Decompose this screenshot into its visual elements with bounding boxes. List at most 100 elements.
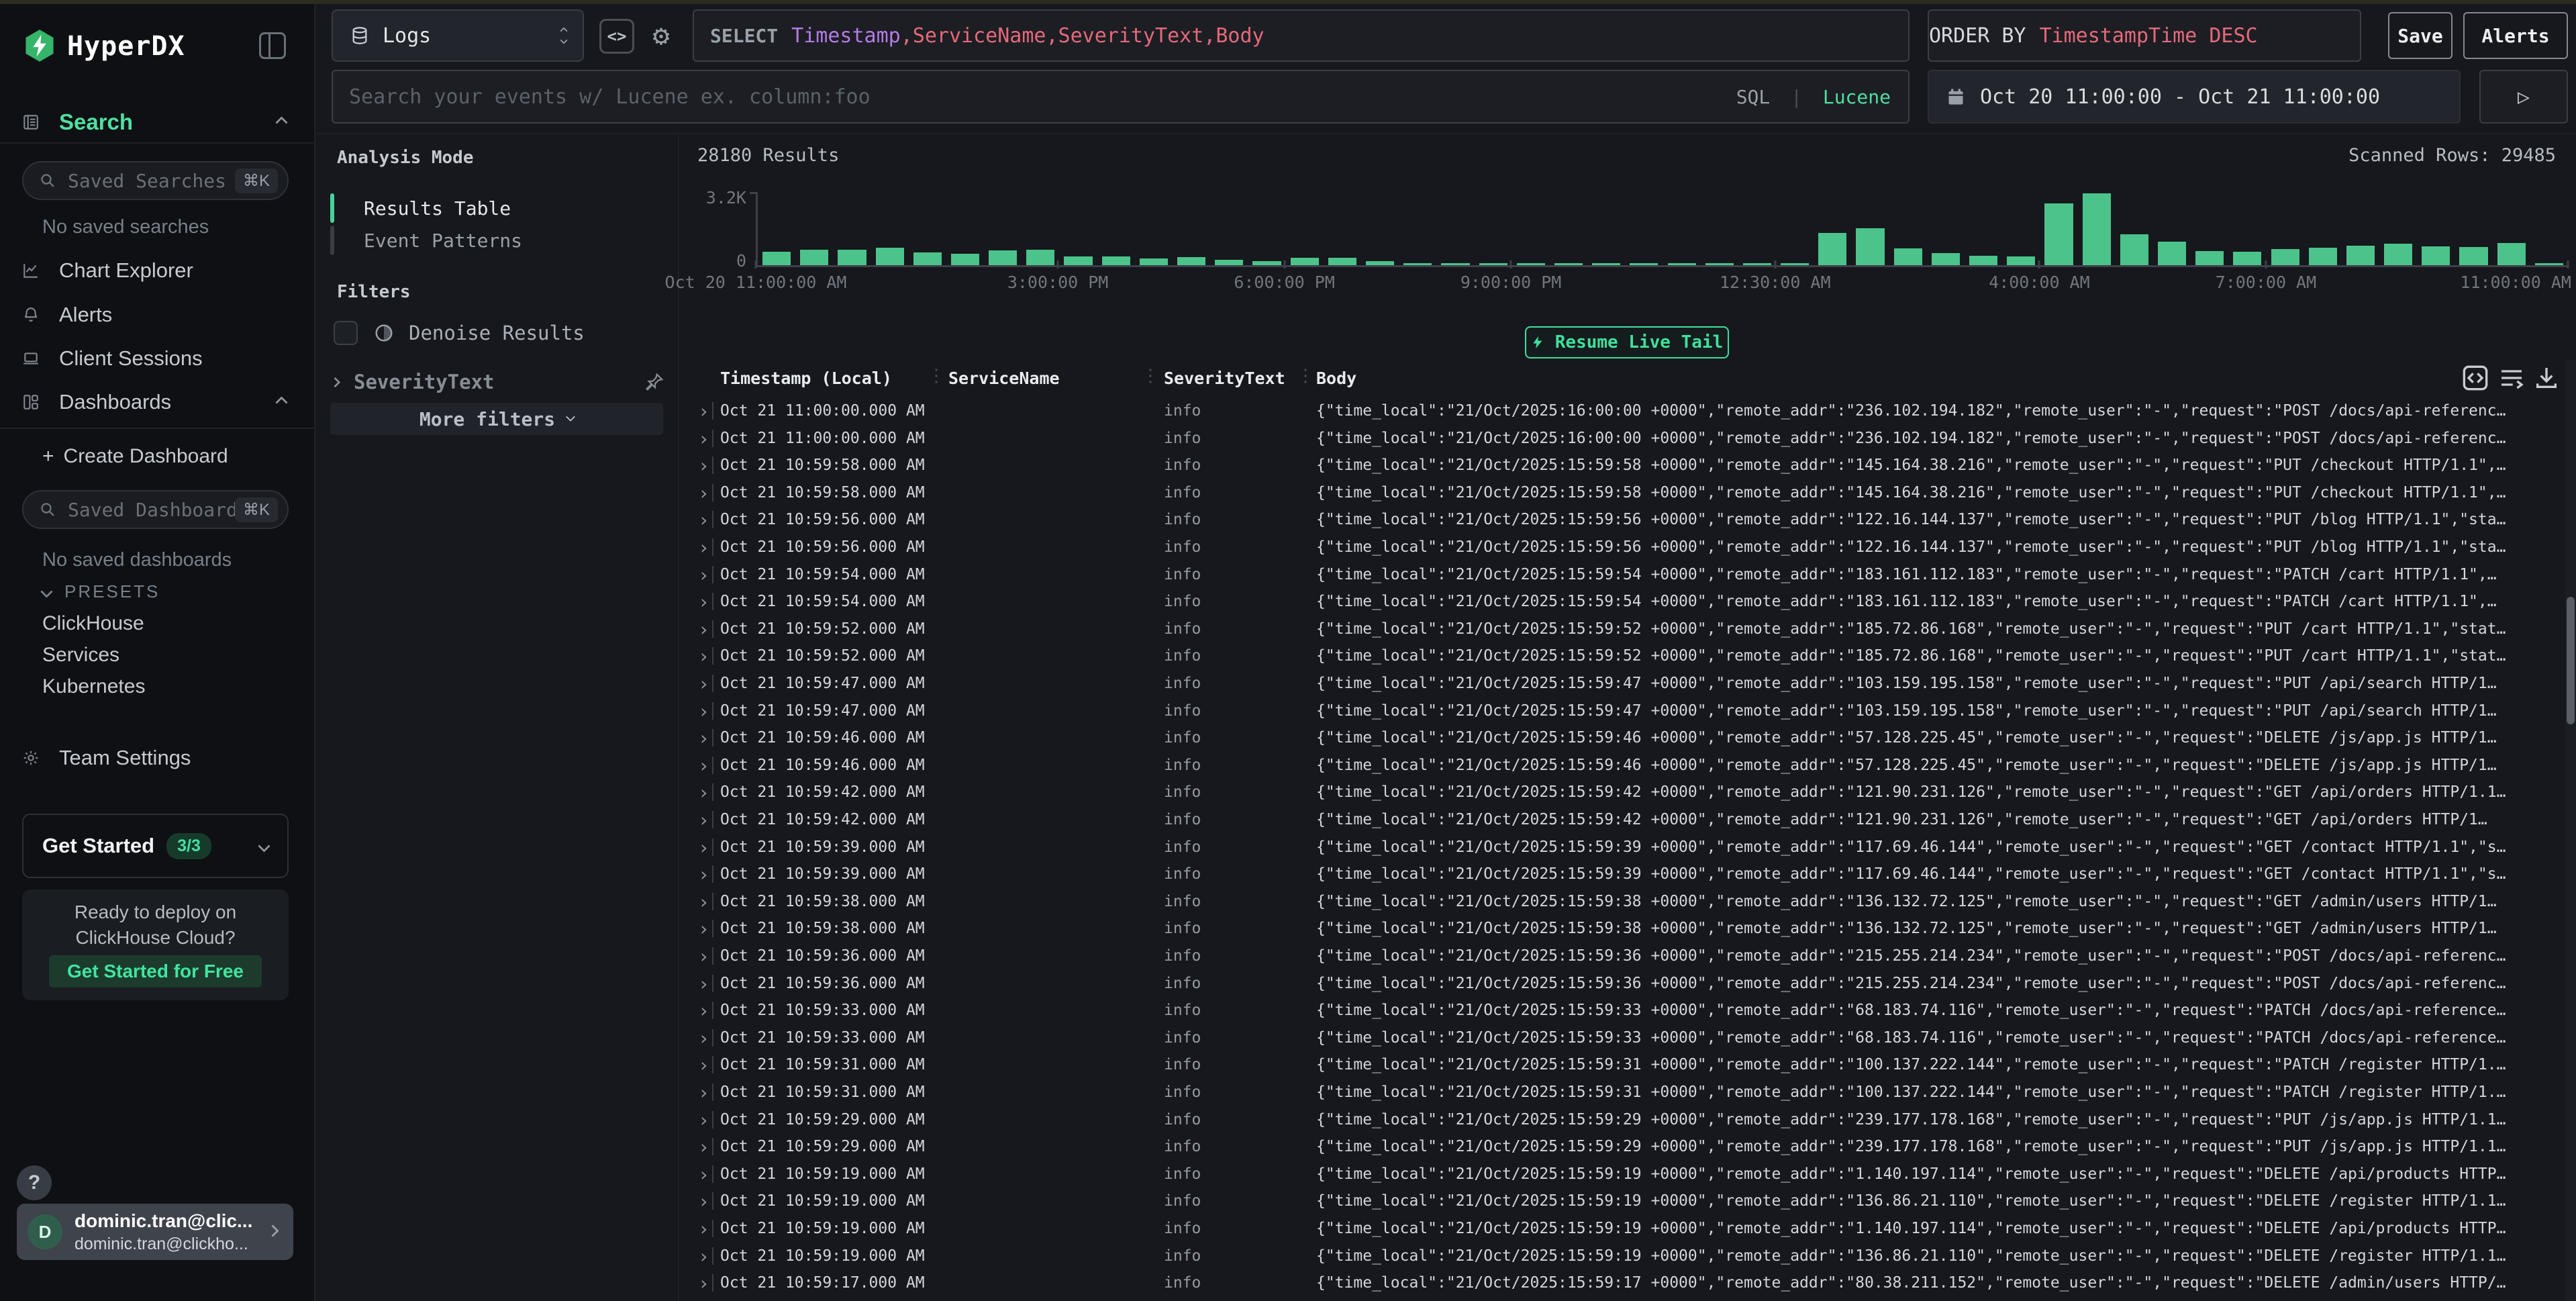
expand-chevron-icon[interactable]: › xyxy=(698,536,709,559)
mode-results-table[interactable]: Results Table xyxy=(330,192,652,224)
expand-chevron-icon[interactable]: › xyxy=(698,454,709,477)
histogram-bar[interactable] xyxy=(1328,258,1356,265)
table-row[interactable]: ›Oct 21 10:59:46.000 AMinfo{"time_local"… xyxy=(681,751,2576,779)
histogram-bar[interactable] xyxy=(1517,263,1545,265)
table-row[interactable]: ›Oct 21 10:59:19.000 AMinfo{"time_local"… xyxy=(681,1214,2576,1242)
table-row[interactable]: ›Oct 21 10:59:29.000 AMinfo{"time_local"… xyxy=(681,1106,2576,1133)
source-select[interactable]: Logs xyxy=(332,9,584,62)
histogram-bar[interactable] xyxy=(1554,263,1583,265)
expand-chevron-icon[interactable]: › xyxy=(698,564,709,586)
histogram-bar[interactable] xyxy=(800,250,828,265)
language-lucene-toggle[interactable]: Lucene xyxy=(1823,86,1891,108)
histogram-bar[interactable] xyxy=(1668,263,1696,265)
histogram-bar[interactable] xyxy=(1026,250,1054,265)
expand-chevron-icon[interactable]: › xyxy=(698,973,709,995)
more-filters-button[interactable]: More filters xyxy=(330,403,663,435)
preset-item-clickhouse[interactable]: ClickHouse xyxy=(42,612,144,635)
table-row[interactable]: ›Oct 21 10:59:56.000 AMinfo{"time_local"… xyxy=(681,505,2576,533)
histogram-bar[interactable] xyxy=(1479,263,1507,265)
select-columns-input[interactable]: SELECT Timestamp ,ServiceName,SeverityTe… xyxy=(693,9,1910,62)
histogram-bar[interactable] xyxy=(876,248,904,265)
histogram-bar[interactable] xyxy=(1252,261,1281,265)
expand-chevron-icon[interactable]: › xyxy=(698,891,709,913)
col-body[interactable]: Body xyxy=(1316,369,1356,388)
expand-chevron-icon[interactable]: › xyxy=(698,1136,709,1158)
table-row[interactable]: ›Oct 21 10:59:58.000 AMinfo{"time_local"… xyxy=(681,451,2576,479)
histogram-bar[interactable] xyxy=(1705,263,1734,265)
alerts-button[interactable]: Alerts xyxy=(2463,12,2568,59)
histogram-bar[interactable] xyxy=(1064,256,1092,265)
expand-chevron-icon[interactable]: › xyxy=(698,755,709,777)
expand-chevron-icon[interactable]: › xyxy=(698,1190,709,1212)
help-button[interactable]: ? xyxy=(17,1165,52,1200)
table-row[interactable]: ›Oct 21 10:59:19.000 AMinfo{"time_local"… xyxy=(681,1242,2576,1269)
table-row[interactable]: ›Oct 21 10:59:47.000 AMinfo{"time_local"… xyxy=(681,669,2576,697)
histogram-bar[interactable] xyxy=(2309,248,2337,265)
denoise-checkbox[interactable] xyxy=(334,321,358,345)
table-row[interactable]: ›Oct 21 10:59:42.000 AMinfo{"time_local"… xyxy=(681,778,2576,806)
table-row[interactable]: ›Oct 21 10:59:31.000 AMinfo{"time_local"… xyxy=(681,1078,2576,1106)
saved-dashboards-input[interactable]: Saved Dashboards ⌘K xyxy=(22,490,289,529)
histogram-bar[interactable] xyxy=(2535,263,2563,265)
table-code-view-icon[interactable] xyxy=(2461,365,2490,391)
col-timestamp[interactable]: Timestamp (Local) xyxy=(720,369,892,388)
resume-live-tail-button[interactable]: Resume Live Tail xyxy=(1525,326,1729,358)
table-row[interactable]: ›Oct 21 10:59:33.000 AMinfo{"time_local"… xyxy=(681,996,2576,1024)
table-row[interactable]: ›Oct 21 10:59:38.000 AMinfo{"time_local"… xyxy=(681,914,2576,942)
col-severitytext[interactable]: SeverityText xyxy=(1164,369,1285,388)
expand-chevron-icon[interactable]: › xyxy=(698,673,709,695)
column-resize-icon[interactable]: ⋮ xyxy=(1297,366,1314,386)
source-settings-button[interactable]: ⚙ xyxy=(644,16,679,54)
table-row[interactable]: ›Oct 21 10:59:19.000 AMinfo{"time_local"… xyxy=(681,1160,2576,1188)
run-query-button[interactable]: ▷ xyxy=(2479,70,2568,124)
table-row[interactable]: ›Oct 21 10:59:29.000 AMinfo{"time_local"… xyxy=(681,1133,2576,1160)
histogram-bar[interactable] xyxy=(1856,228,1884,265)
collapse-sidebar-icon[interactable] xyxy=(259,32,286,59)
expand-chevron-icon[interactable]: › xyxy=(698,645,709,667)
expand-chevron-icon[interactable]: › xyxy=(698,482,709,504)
expand-chevron-icon[interactable]: › xyxy=(698,727,709,749)
preset-item-services[interactable]: Services xyxy=(42,644,119,667)
histogram-bar[interactable] xyxy=(2195,251,2224,265)
expand-chevron-icon[interactable]: › xyxy=(698,1081,709,1104)
expand-chevron-icon[interactable]: › xyxy=(698,863,709,885)
pin-icon[interactable] xyxy=(644,372,664,392)
histogram-bar[interactable] xyxy=(2271,249,2299,265)
sidebar-item-search[interactable]: Search xyxy=(0,105,314,140)
time-range-picker[interactable]: Oct 20 11:00:00 - Oct 21 11:00:00 xyxy=(1928,70,2461,124)
table-row[interactable]: ›Oct 21 10:59:42.000 AMinfo{"time_local"… xyxy=(681,806,2576,833)
histogram-bar[interactable] xyxy=(1894,248,1922,265)
histogram-bar[interactable] xyxy=(1140,258,1168,265)
wrap-lines-icon[interactable] xyxy=(2497,365,2526,391)
preset-item-kubernetes[interactable]: Kubernetes xyxy=(42,675,145,698)
histogram-bar[interactable] xyxy=(2422,246,2450,265)
histogram-bar[interactable] xyxy=(1366,261,1394,265)
table-row[interactable]: ›Oct 21 10:59:36.000 AMinfo{"time_local"… xyxy=(681,969,2576,997)
histogram-bar[interactable] xyxy=(2044,203,2073,265)
histogram-bar[interactable] xyxy=(2459,247,2487,265)
expand-chevron-icon[interactable]: › xyxy=(698,400,709,422)
create-dashboard-button[interactable]: +Create Dashboard xyxy=(42,445,228,468)
expand-chevron-icon[interactable]: › xyxy=(698,1109,709,1131)
histogram-bar[interactable] xyxy=(1592,263,1620,265)
order-by-input[interactable]: ORDER BY TimestampTime DESC xyxy=(1928,9,2361,62)
table-row[interactable]: ›Oct 21 10:59:36.000 AMinfo{"time_local"… xyxy=(681,942,2576,969)
get-started-free-button[interactable]: Get Started for Free xyxy=(49,955,262,987)
table-row[interactable]: ›Oct 21 11:00:00.000 AMinfo{"time_local"… xyxy=(681,424,2576,452)
expand-chevron-icon[interactable]: › xyxy=(698,1218,709,1240)
column-resize-icon[interactable]: ⋮ xyxy=(928,366,945,386)
table-row[interactable]: ›Oct 21 10:59:52.000 AMinfo{"time_local"… xyxy=(681,642,2576,669)
histogram-bar[interactable] xyxy=(1177,257,1205,265)
expand-chevron-icon[interactable]: › xyxy=(698,591,709,613)
histogram-bar[interactable] xyxy=(1932,253,1960,265)
histogram-bar[interactable] xyxy=(2346,246,2375,265)
expand-chevron-icon[interactable]: › xyxy=(698,918,709,940)
expand-chevron-icon[interactable]: › xyxy=(698,1054,709,1076)
save-button[interactable]: Save xyxy=(2388,12,2453,59)
histogram-bar[interactable] xyxy=(913,252,942,265)
expand-chevron-icon[interactable]: › xyxy=(698,809,709,831)
histogram-bar[interactable] xyxy=(1291,258,1319,265)
histogram-bar[interactable] xyxy=(2384,244,2412,265)
histogram-bar[interactable] xyxy=(1630,263,1658,265)
table-row[interactable]: ›Oct 21 11:00:00.000 AMinfo{"time_local"… xyxy=(681,397,2576,424)
